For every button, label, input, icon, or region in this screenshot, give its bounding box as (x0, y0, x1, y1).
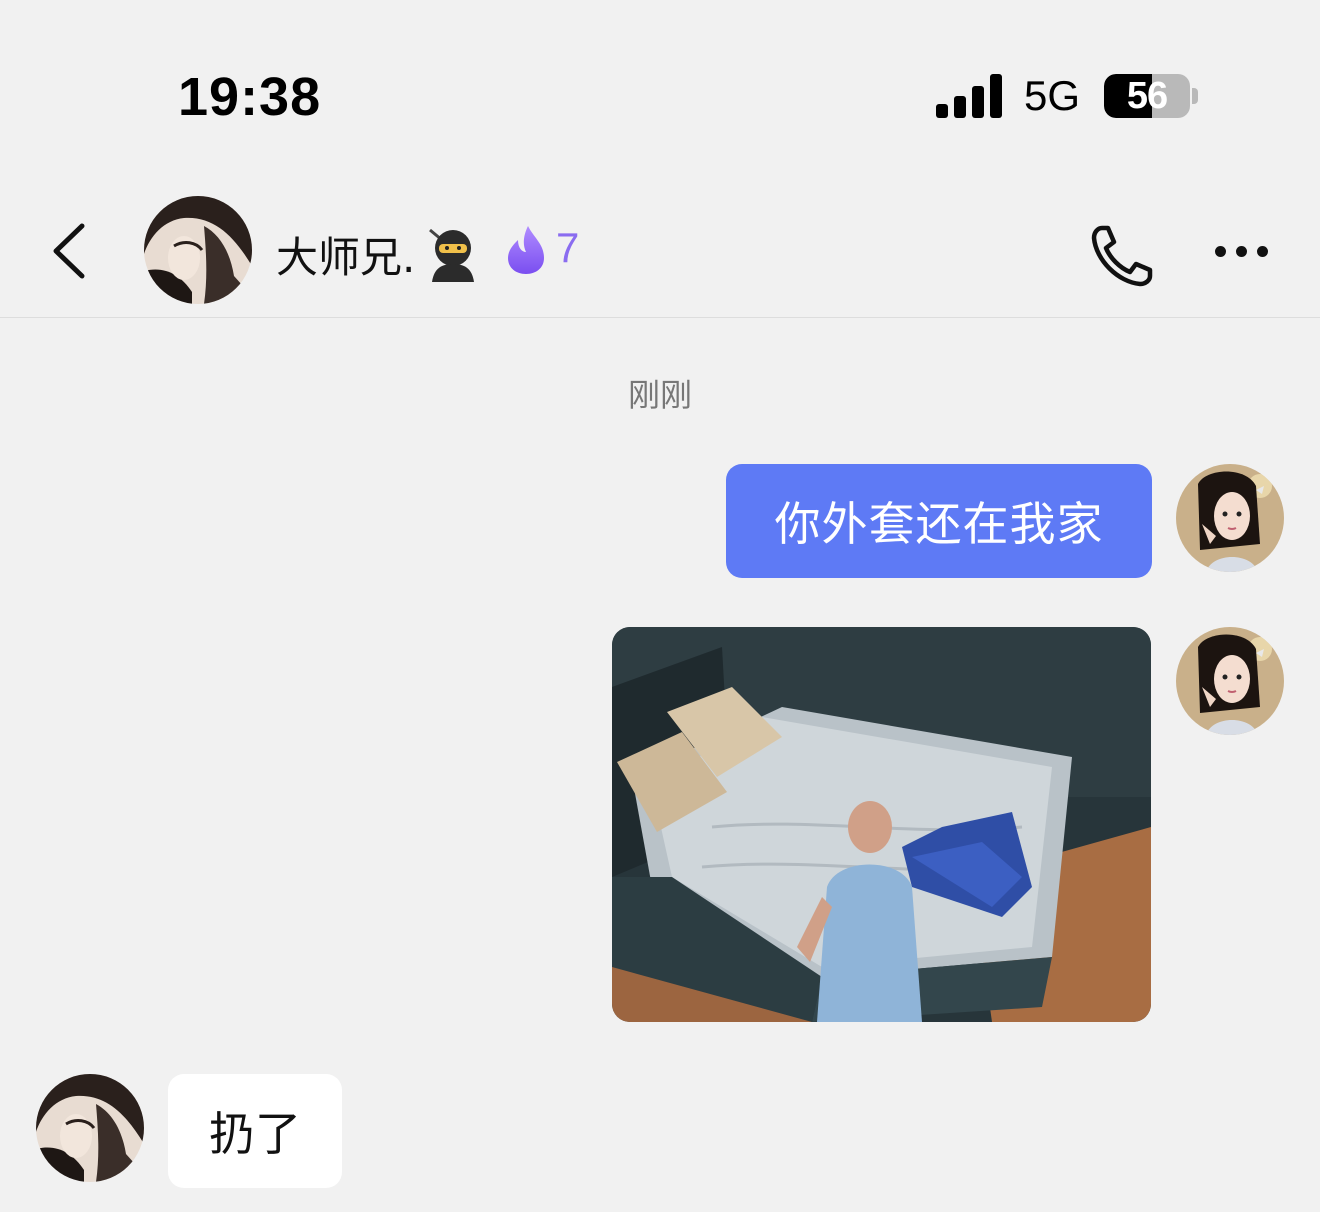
back-button[interactable] (40, 216, 100, 286)
purple-flame-icon (508, 226, 544, 274)
contact-avatar[interactable] (36, 1074, 144, 1182)
battery-level: 56 (1126, 74, 1168, 117)
my-avatar[interactable] (1176, 627, 1284, 735)
incoming-message[interactable]: 扔了 (168, 1074, 342, 1188)
more-dot-icon (1215, 246, 1226, 257)
battery-tip (1192, 88, 1198, 104)
chat-header: 大师兄. 7 (0, 180, 1320, 318)
signal-icon (936, 74, 1004, 118)
contact-avatar[interactable] (144, 196, 252, 304)
my-avatar[interactable] (1176, 464, 1284, 572)
my-avatar-image (1176, 464, 1284, 572)
status-time: 19:38 (178, 67, 322, 127)
more-dot-icon (1236, 246, 1247, 257)
image-message[interactable] (612, 627, 1151, 1022)
bed-scene-image (612, 627, 1151, 1022)
battery-icon: 56 (1104, 74, 1190, 118)
contact-name: 大师兄. (276, 233, 416, 282)
voice-call-button[interactable] (1086, 220, 1158, 292)
network-type: 5G (1024, 72, 1081, 119)
contact-avatar-image (36, 1074, 144, 1182)
more-dot-icon (1257, 246, 1268, 257)
contact-avatar-image (144, 196, 252, 304)
ninja-emoji-icon (429, 228, 474, 282)
message-timestamp: 刚刚 (627, 376, 692, 414)
my-avatar-image (1176, 627, 1284, 735)
chat-screen: 19:38 5G 56 大师兄. 7 刚刚 你外套还在我家 扔了 (0, 0, 1320, 1212)
outgoing-message[interactable]: 你外套还在我家 (726, 464, 1152, 578)
chevron-left-icon (53, 223, 85, 279)
more-options-button[interactable] (1206, 236, 1276, 266)
phone-icon (1091, 225, 1153, 287)
streak-count: 7 (556, 224, 580, 271)
